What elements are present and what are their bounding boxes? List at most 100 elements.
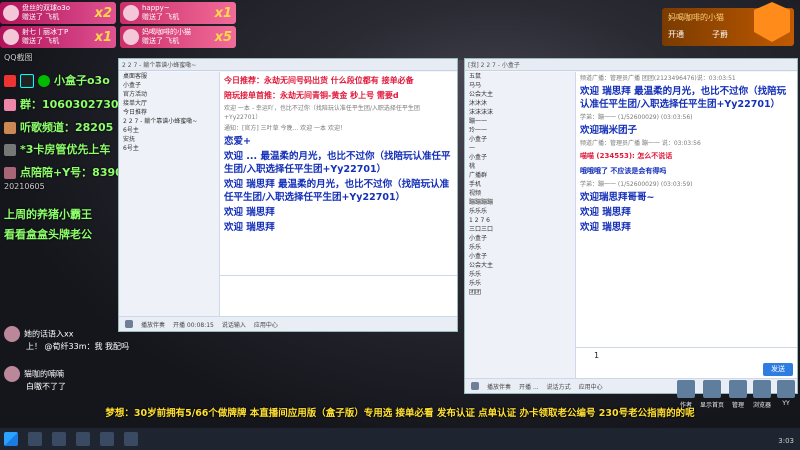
channel-list[interactable]: 五鼠 马马 公会大主 沐沐沐 沫沫沫沫 蹦一一 玲一一 小盒子 一 小盒子 桃 … [465,72,576,379]
member-item[interactable]: 马马 [465,81,575,90]
chat-message: 陪玩接单首推：永劫无间青铜-黄金 秒上号 需要d [224,91,399,100]
gift-text: 赠送了 飞机 [22,13,60,21]
member-item[interactable]: 小盒子 [465,252,575,261]
member-item[interactable]: 广播群 [465,171,575,180]
channel-item[interactable]: 桌面客服 [119,72,219,81]
message-input[interactable]: 1 [594,351,599,360]
clock: 3:03 [778,437,794,445]
browser-icon[interactable] [52,432,66,446]
room-icon [4,144,16,156]
avatar [3,29,19,45]
member-item[interactable]: 五鼠 [465,72,575,81]
member-item[interactable]: 乐乐 [465,243,575,252]
desktop-app-icon [753,380,771,398]
start-icon[interactable] [4,432,18,446]
noble-rank: 子爵 [712,30,728,39]
accompaniment-button[interactable]: 播放伴奏 [141,320,165,329]
app-center-button[interactable]: 应用中心 [254,320,278,329]
chat-message: 喵喵 (234553): 怎么不说话 [580,152,673,160]
gift-user: happy~ [142,4,170,12]
channel-item[interactable]: 官方活动 [119,90,219,99]
window-title-bar[interactable]: 2 2 7 - 躺个靠谱小蜂蜜嘞~ [119,59,457,71]
tiktok-icon [20,74,34,88]
chat-message: 欢迎 ... 最温柔的月光，也比不过你（找陪玩认准任平生团/入职选择任平生团+Y… [224,151,451,175]
member-item[interactable]: 团团 [465,288,575,297]
wechat-icon [38,75,50,87]
channel-line: 听歌频道：28205 [4,119,113,135]
member-item[interactable]: 沫沫沫沫 [465,108,575,117]
chat-message: 欢迎瑞思拜哥哥~ [580,192,655,203]
chat-message: 欢迎 瑞思拜 [580,207,631,218]
channel-item[interactable]: 小盒子 [119,81,219,90]
accompaniment-button[interactable]: 播放伴奏 [487,382,511,391]
yy-window-1[interactable]: 2 2 7 - 躺个靠谱小蜂蜜嘞~ 桌面客服 小盒子 官方活动 接单大厅 今日推… [118,58,458,332]
member-item[interactable]: 蹦一一 [465,117,575,126]
member-item[interactable]: 视频 [465,189,575,198]
channel-list[interactable]: 桌面客服 小盒子 官方活动 接单大厅 今日推荐 2 2 7 - 躺个靠谱小蜂蜜嘞… [119,72,220,317]
member-item[interactable]: 沐沐沐 [465,99,575,108]
yy-window-2[interactable]: [我] 2 2 7 - 小盒子 五鼠 马马 公会大主 沐沐沐 沫沫沫沫 蹦一一 … [464,58,798,394]
order-icon [4,167,16,179]
speak-mode-button[interactable]: 说话方式 [547,382,571,391]
member-item[interactable]: 蹦蹦蹦蹦 [465,198,575,207]
gift-user: 妈喝咖啡的小猫 [142,28,191,36]
member-item[interactable]: 小盒子 [465,153,575,162]
gift-count: x1 [94,29,112,45]
member-item[interactable]: 小盒子 [465,135,575,144]
live-timer: 开播 00:08:15 [173,321,214,329]
member-item[interactable]: 桃 [465,162,575,171]
channel-item[interactable]: 6号主 [119,126,219,135]
channel-item[interactable]: 安抚 [119,135,219,144]
member-item[interactable]: 玲一一 [465,126,575,135]
message-input-box[interactable]: 1 发送 [576,347,797,379]
chat-message: 欢迎 瑞思拜 [224,222,275,233]
message-input[interactable] [220,275,457,317]
gift-text: 赠送了 飞机 [142,13,180,21]
system-tray[interactable]: 3:03 [778,437,794,445]
channel-item[interactable]: 6号主 [119,144,219,153]
room-text: *3卡房管优先上车 [20,143,111,156]
member-item[interactable]: 三口三口 [465,225,575,234]
weibo-icon [4,75,16,87]
member-item[interactable]: 乐乐乐 [465,207,575,216]
gift-user: 盘丝的双球o3o [22,4,71,12]
member-item[interactable]: 手机 [465,180,575,189]
chat-message: 通知：[官方] 三叶草 今晚... 欢迎 一本 欢迎！ [224,125,346,132]
gift-count: x1 [214,5,232,21]
member-item[interactable]: 1 2 7 6 [465,216,575,225]
chat-area[interactable]: 今日推荐：永劫无间号码出货 什么段位都有 接单必备 陪玩接单首推：永劫无间青铜-… [220,72,457,275]
comment-text: 白嗷不了了 [26,382,66,391]
chat-message: 恋爱+ [224,136,251,147]
desktop-icon[interactable]: YY [774,380,798,407]
member-item[interactable]: 一 [465,144,575,153]
noble-user: 妈喝咖啡的小猫 [668,13,724,22]
live-timer: 开播 ... [519,383,539,391]
qq-date: 20210605 [4,182,45,191]
window-title-bar[interactable]: [我] 2 2 7 - 小盒子 [465,59,797,71]
member-item[interactable]: 公会大主 [465,90,575,99]
channel-item[interactable]: 接单大厅 [119,99,219,108]
chat-area[interactable]: 频道广播：管理员广播 团团(2123496476)说：03:03:51 欢迎 瑞… [576,72,797,347]
gift-user: 射七丨丽冰丁P [22,28,69,36]
avatar [123,29,139,45]
member-item[interactable]: 小盒子 [465,234,575,243]
app-icon[interactable] [124,432,138,446]
member-item[interactable]: 乐乐 [465,270,575,279]
gift-banner-3: 射七丨丽冰丁P 赠送了 飞机 x1 [0,26,116,48]
member-item[interactable]: 公会大主 [465,261,575,270]
channel-item[interactable]: 2 2 7 - 躺个靠谱小蜂蜜嘞~ [119,117,219,126]
speak-mode-button[interactable]: 说话输入 [222,320,246,329]
see-box-line: 看看盒盒头牌老公 [4,226,92,242]
desktop-app-icon [777,380,795,398]
member-item[interactable]: 乐乐 [465,279,575,288]
mic-icon[interactable] [471,382,479,390]
app-center-button[interactable]: 应用中心 [579,382,603,391]
gift-text: 赠送了 飞机 [22,37,60,45]
gift-banner-1: 盘丝的双球o3o 赠送了 飞机 x2 [0,2,116,24]
yy-icon[interactable] [76,432,90,446]
channel-item[interactable]: 今日推荐 [119,108,219,117]
send-button[interactable]: 发送 [763,363,793,376]
week-boss-text: 上周的养猪小霸王 [4,208,92,221]
search-icon[interactable] [28,432,42,446]
folder-icon[interactable] [100,432,114,446]
